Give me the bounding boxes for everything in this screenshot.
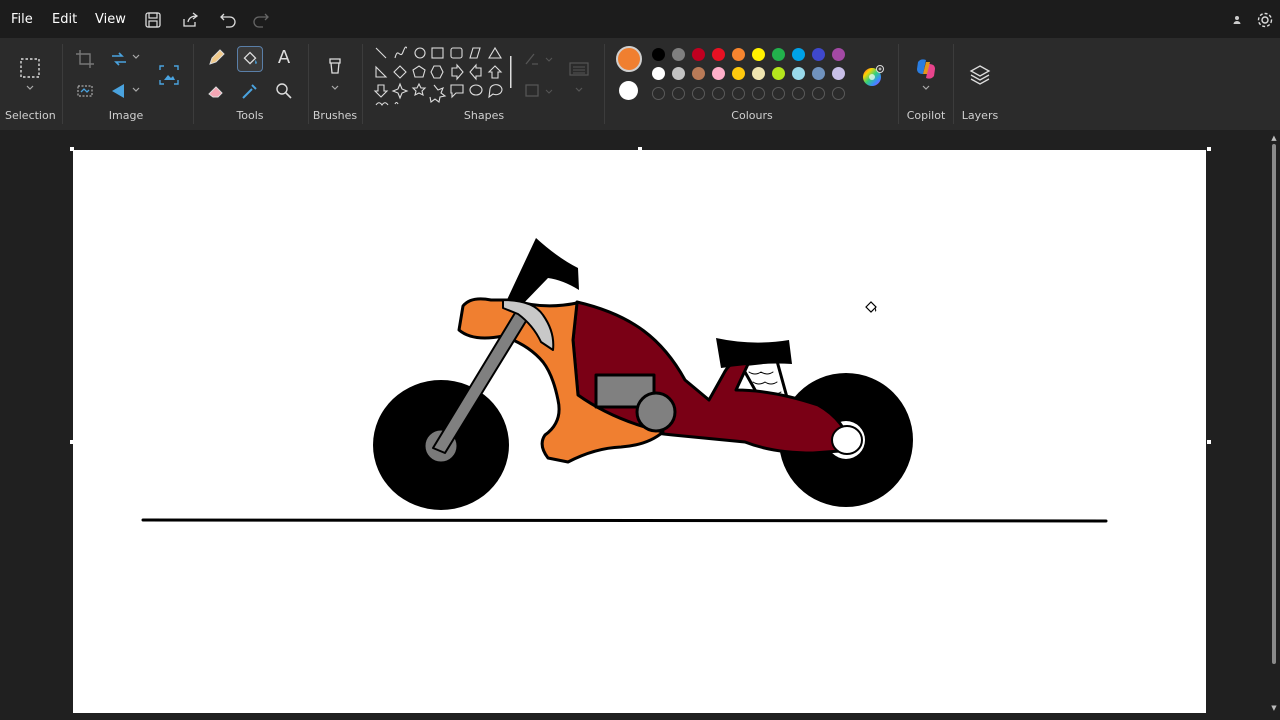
share-icon[interactable] [180, 10, 200, 30]
canvas-resize-handle[interactable] [1207, 147, 1211, 151]
text-tool-icon[interactable]: A [273, 47, 295, 69]
rotate-icon[interactable] [108, 80, 130, 102]
crop-icon[interactable] [74, 48, 96, 70]
custom-colour-slot[interactable] [692, 87, 705, 100]
image-group-label: Image [108, 109, 144, 122]
ribbon-separator [362, 44, 363, 124]
custom-colour-slot[interactable] [772, 87, 785, 100]
rotate-dropdown-chevron-icon[interactable] [130, 85, 142, 95]
colour-swatch[interactable] [692, 67, 705, 80]
secondary-colour-indicator[interactable] [619, 81, 638, 100]
brushes-group-label: Brushes [312, 109, 358, 122]
colour-swatch[interactable] [712, 67, 725, 80]
colour-swatch[interactable] [732, 67, 745, 80]
ribbon-separator [193, 44, 194, 124]
colour-swatch[interactable] [752, 48, 765, 61]
eraser-icon[interactable] [205, 80, 227, 102]
shapes-gallery[interactable] [370, 44, 512, 108]
account-icon[interactable] [1228, 11, 1246, 29]
ribbon-separator [898, 44, 899, 124]
settings-gear-icon[interactable] [1255, 10, 1275, 30]
selection-rectangle-icon[interactable] [18, 56, 42, 80]
background-remove-icon[interactable] [74, 80, 96, 102]
copilot-group-label: Copilot [906, 109, 946, 122]
colour-swatch[interactable] [752, 67, 765, 80]
fill-style-icon[interactable] [522, 80, 556, 102]
layers-icon[interactable] [968, 63, 992, 87]
ribbon-separator [604, 44, 605, 124]
custom-colour-slot[interactable] [832, 87, 845, 100]
ribbon-separator [953, 44, 954, 124]
colour-swatch[interactable] [812, 67, 825, 80]
vertical-scrollbar[interactable]: ▲ ▼ [1270, 134, 1278, 716]
canvas-resize-handle[interactable] [1207, 440, 1211, 444]
undo-icon[interactable] [218, 10, 238, 30]
ribbon-separator [308, 44, 309, 124]
colour-swatch[interactable] [832, 48, 845, 61]
menu-bar: File Edit View [0, 0, 1280, 38]
scroll-up-icon[interactable]: ▲ [1270, 134, 1278, 142]
copilot-dropdown-chevron-icon[interactable] [920, 83, 932, 93]
shapes-group-label: Shapes [463, 109, 505, 122]
custom-colour-slot[interactable] [792, 87, 805, 100]
custom-colour-slot[interactable] [652, 87, 665, 100]
redo-icon[interactable] [251, 10, 271, 30]
colour-swatch[interactable] [832, 67, 845, 80]
colour-swatch[interactable] [712, 48, 725, 61]
colour-swatch[interactable] [772, 67, 785, 80]
image-select-icon[interactable] [158, 64, 180, 86]
colour-swatch[interactable] [652, 67, 665, 80]
colour-swatch[interactable] [772, 48, 785, 61]
colour-swatch[interactable] [792, 67, 805, 80]
fill-cursor-icon [864, 300, 878, 314]
selection-dropdown-chevron-icon[interactable] [24, 83, 36, 93]
ribbon-toolbar: Selection Image A Tools Brushes Shapes C… [0, 38, 1280, 130]
outline-style-icon[interactable] [522, 48, 556, 70]
scroll-down-icon[interactable]: ▼ [1270, 704, 1278, 712]
pencil-icon[interactable] [205, 47, 227, 69]
resize-dropdown-chevron-icon[interactable] [130, 52, 142, 62]
selection-group-label: Selection [5, 109, 56, 122]
colours-group-label: Colours [731, 109, 773, 122]
canvas-resize-handle[interactable] [70, 147, 74, 151]
colour-swatch[interactable] [652, 48, 665, 61]
colour-swatch[interactable] [732, 48, 745, 61]
line-weight-icon[interactable] [567, 58, 591, 82]
file-menu[interactable]: File [11, 12, 33, 27]
primary-colour-indicator[interactable] [616, 46, 642, 72]
colour-swatch[interactable] [672, 48, 685, 61]
drawing-canvas[interactable] [73, 150, 1206, 713]
view-menu[interactable]: View [95, 12, 126, 27]
custom-colour-slot[interactable] [732, 87, 745, 100]
resize-icon[interactable] [108, 48, 130, 70]
custom-colour-slot[interactable] [672, 87, 685, 100]
custom-colour-slot[interactable] [752, 87, 765, 100]
colour-swatch[interactable] [812, 48, 825, 61]
edit-colours-wheel-icon[interactable] [861, 64, 885, 88]
colour-swatch[interactable] [792, 48, 805, 61]
copilot-icon[interactable] [913, 56, 939, 82]
save-icon[interactable] [143, 10, 163, 30]
colour-picker-icon[interactable] [239, 80, 261, 102]
layers-group-label: Layers [961, 109, 999, 122]
custom-colour-slot[interactable] [712, 87, 725, 100]
magnifier-icon[interactable] [273, 80, 295, 102]
tools-group-label: Tools [236, 109, 264, 122]
canvas-resize-handle[interactable] [70, 440, 74, 444]
brush-icon[interactable] [324, 56, 346, 78]
canvas-resize-handle[interactable] [638, 147, 642, 151]
colour-swatch[interactable] [672, 67, 685, 80]
ribbon-separator [62, 44, 63, 124]
colour-swatch[interactable] [692, 48, 705, 61]
brush-dropdown-chevron-icon[interactable] [329, 83, 341, 93]
canvas-workspace [0, 130, 1280, 720]
fill-bucket-icon[interactable] [237, 46, 263, 72]
scrollbar-thumb[interactable] [1272, 144, 1276, 664]
edit-menu[interactable]: Edit [52, 12, 77, 27]
custom-colour-slot[interactable] [812, 87, 825, 100]
line-weight-dropdown-chevron-icon[interactable] [573, 85, 585, 95]
